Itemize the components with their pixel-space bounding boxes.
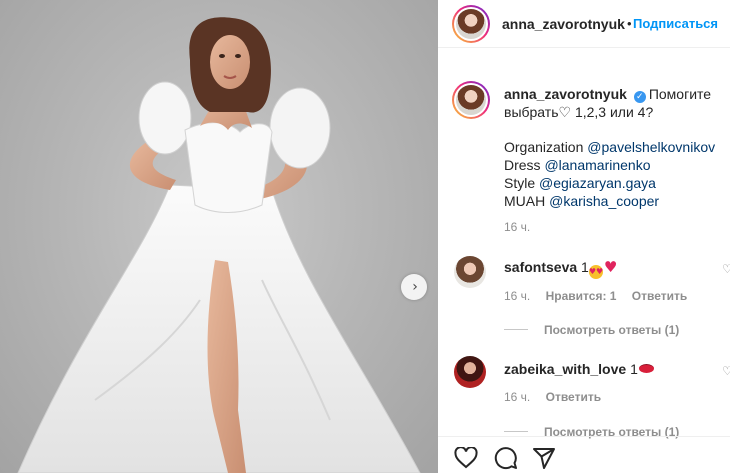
comment-time[interactable]: 16 ч.: [504, 390, 530, 404]
credit-label: Organization: [504, 139, 588, 155]
caption-avatar[interactable]: [452, 81, 490, 119]
credit-mention[interactable]: @karisha_cooper: [549, 193, 659, 209]
header-username[interactable]: anna_zavorotnyuk: [502, 16, 625, 32]
comment-bubble-icon[interactable]: [494, 446, 518, 470]
credit-line: MUAH @karisha_cooper: [504, 192, 724, 210]
credit-mention[interactable]: @egiazaryan.gaya: [539, 175, 656, 191]
caption-credits: Organization @pavelshelkovnikov Dress @l…: [504, 138, 724, 210]
view-replies-1[interactable]: Посмотреть ответы (1): [504, 321, 679, 339]
caption-text-3: 1,2,3 или 4?: [574, 104, 654, 120]
post-header: anna_zavorotnyuk • Подписаться: [438, 0, 730, 48]
like-heart-icon[interactable]: [454, 447, 478, 469]
comment-text: 1: [581, 259, 589, 275]
caption: anna_zavorotnyuk ✓ Помогите выбрать♡ 1,2,…: [504, 85, 720, 122]
view-replies-label[interactable]: Посмотреть ответы (1): [544, 323, 679, 337]
action-bar: [438, 437, 730, 473]
comment-reply-button[interactable]: Ответить: [546, 390, 601, 404]
red-heart-icon: ♥: [603, 258, 618, 276]
credit-label: Dress: [504, 157, 545, 173]
comment-1-meta: 16 ч. Нравится: 1 Ответить: [504, 289, 687, 303]
caption-text-1: Помогите: [648, 86, 712, 102]
comment-2: zabeika_with_love 1: [504, 360, 654, 378]
commenter-avatar[interactable]: [454, 256, 486, 288]
comment-like-icon[interactable]: ♡: [722, 364, 730, 378]
commenter-avatar[interactable]: [454, 356, 486, 388]
comment-username[interactable]: safontseva: [504, 259, 577, 275]
credit-label: MUAH: [504, 193, 550, 209]
comment-likes[interactable]: Нравится: 1: [546, 289, 617, 303]
lips-icon: [638, 364, 654, 373]
caption-text-2: выбрать: [504, 104, 559, 120]
credit-label: Style: [504, 175, 540, 191]
comment-2-meta: 16 ч. Ответить: [504, 390, 601, 404]
credit-line: Organization @pavelshelkovnikov: [504, 138, 724, 156]
share-plane-icon[interactable]: [532, 446, 556, 470]
post-side-panel: anna_zavorotnyuk • Подписаться anna_zavo…: [438, 0, 730, 473]
credit-mention[interactable]: @pavelshelkovnikov: [587, 139, 715, 155]
heart-eyes-icon: ♥♥: [588, 265, 603, 279]
comment-1: safontseva 1♥♥♥: [504, 258, 617, 279]
post-photo[interactable]: ›: [0, 0, 438, 473]
comment-like-icon[interactable]: ♡: [722, 262, 730, 276]
chevron-right-icon: ›: [412, 279, 418, 295]
comment-reply-button[interactable]: Ответить: [632, 289, 687, 303]
follow-button[interactable]: Подписаться: [633, 16, 718, 31]
white-heart-icon: ♡: [558, 105, 572, 121]
credit-line: Dress @lanamarinenko: [504, 156, 724, 174]
next-image-button[interactable]: ›: [401, 274, 427, 300]
comment-username[interactable]: zabeika_with_love: [504, 361, 626, 377]
verified-badge-icon: ✓: [633, 91, 646, 103]
header-separator: •: [627, 16, 632, 31]
divider-line: [504, 431, 528, 433]
comment-time[interactable]: 16 ч.: [504, 289, 530, 303]
divider-line: [504, 329, 528, 331]
credit-line: Style @egiazaryan.gaya: [504, 174, 724, 192]
caption-timestamp[interactable]: 16 ч.: [504, 220, 530, 234]
caption-username[interactable]: anna_zavorotnyuk: [504, 86, 627, 102]
credit-mention[interactable]: @lanamarinenko: [544, 157, 650, 173]
dress-photo-illustration: [17, 17, 421, 473]
author-avatar[interactable]: [452, 5, 490, 43]
comment-text: 1: [630, 361, 638, 377]
